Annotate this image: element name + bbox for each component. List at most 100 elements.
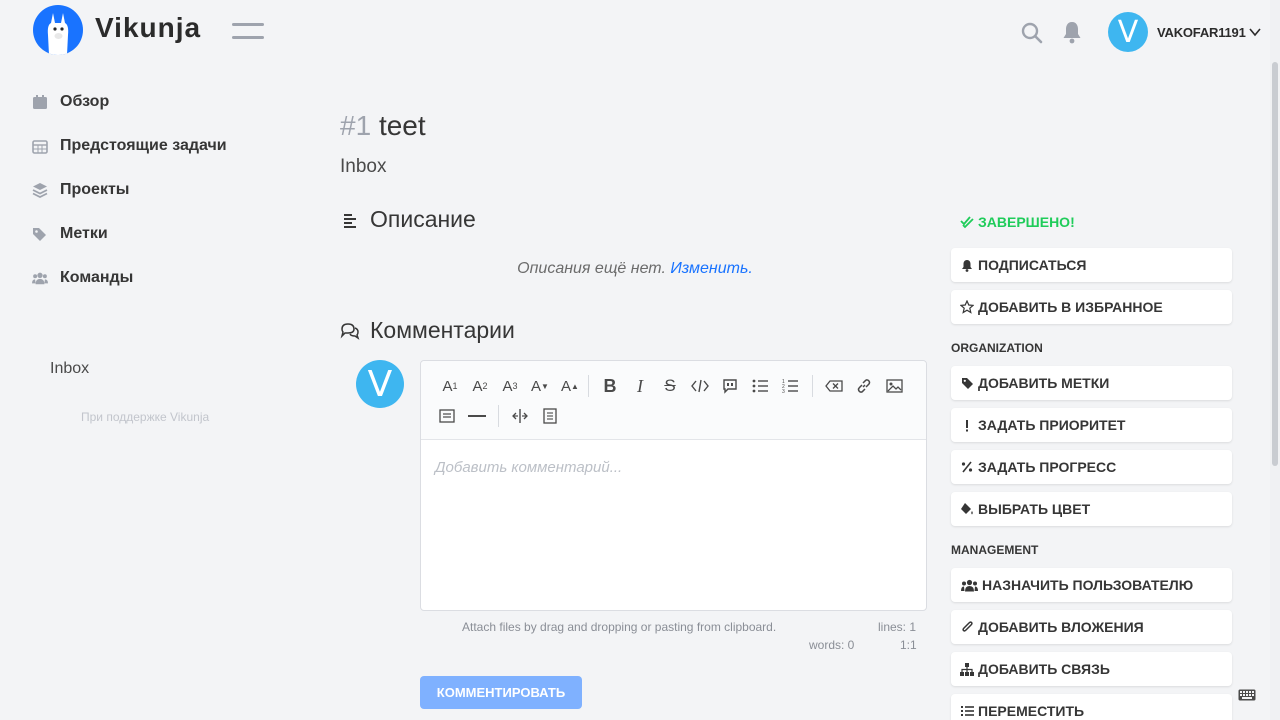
sidebar-item-overview[interactable]: Обзор [32,90,109,114]
heading-1-icon[interactable]: A1 [438,374,462,398]
edit-description-link[interactable]: Изменить. [670,260,752,277]
search-icon[interactable] [1020,21,1044,45]
done-label: ЗАВЕРШЕНО! [978,214,1075,230]
sidebar-item-label: Команды [60,269,134,286]
bell-icon [960,258,974,272]
sidebar-item-projects[interactable]: Проекты [32,178,129,202]
description-heading: Описание [340,206,476,233]
tags-icon [33,228,46,241]
words-count: words: 0 [809,638,855,652]
add-labels-label: ДОБАВИТЬ МЕТКИ [978,375,1110,391]
link-icon[interactable] [852,374,876,398]
keyboard-shortcuts-icon[interactable] [1238,689,1256,701]
set-color-button[interactable]: ВЫБРАТЬ ЦВЕТ [951,492,1232,526]
layers-icon [32,183,48,198]
star-icon [960,300,974,314]
add-attachments-button[interactable]: ДОБАВИТЬ ВЛОЖЕНИЯ [951,610,1232,644]
management-heading: MANAGEMENT [951,543,1039,557]
paperclip-icon [960,620,974,634]
comment-input[interactable]: Добавить комментарий... [435,459,622,476]
horizontal-rule-icon[interactable] [465,404,489,428]
sidebar-item-label: Предстоящие задачи [60,137,227,154]
assign-user-button[interactable]: НАЗНАЧИТЬ ПОЛЬЗОВАТЕЛЮ [951,568,1232,602]
favorite-button[interactable]: ДОБАВИТЬ В ИЗБРАННОЕ [951,290,1232,324]
code-icon[interactable] [688,374,712,398]
sidebar-item-label: Метки [60,225,108,242]
app-name[interactable]: Vikunja [95,12,201,44]
align-left-icon [344,213,356,228]
comments-heading: Комментарии [340,317,515,344]
sidebar-item-label: Проекты [60,181,130,198]
cursor-position: 1:1 [900,638,917,652]
description-empty-text: Описания ещё нет. [517,260,666,277]
heading-2-icon[interactable]: A2 [468,374,492,398]
page-scrollbar[interactable] [1270,0,1280,720]
list-icon [960,704,974,718]
bold-icon[interactable]: B [598,374,622,398]
check-double-icon [960,216,974,229]
editor-toolbar: A1 A2 A3 A ▼ A ▲ B I S 123 [421,361,926,440]
task-heading: #1 teet [340,110,426,142]
comments-heading-text: Комментарии [370,317,515,343]
description-heading-text: Описание [370,206,476,232]
user-menu[interactable]: V VAKOFAR1191 [1108,12,1262,52]
percent-icon [960,460,974,474]
preview-icon[interactable] [538,404,562,428]
side-by-side-icon[interactable] [508,404,532,428]
sitemap-icon [960,662,974,676]
description-empty: Описания ещё нет. Изменить. [340,260,930,278]
add-attachments-label: ДОБАВИТЬ ВЛОЖЕНИЯ [978,619,1144,635]
set-progress-button[interactable]: ЗАДАТЬ ПРОГРЕСС [951,450,1232,484]
italic-icon[interactable]: I [628,374,652,398]
calendar-grid-icon [32,140,48,154]
lines-count: lines: 1 [878,620,917,634]
sidebar-item-label: Обзор [60,93,110,110]
comment-submit-button[interactable]: КОММЕНТИРОВАТЬ [420,676,582,709]
sidebar-project-inbox[interactable]: Inbox [50,360,89,378]
assign-user-label: НАЗНАЧИТЬ ПОЛЬЗОВАТЕЛЮ [982,577,1194,593]
subscribe-button[interactable]: ПОДПИСАТЬСЯ [951,248,1232,282]
heading-smaller-icon[interactable]: A ▼ [528,374,552,398]
task-title[interactable]: teet [379,110,426,141]
numbered-list-icon[interactable]: 123 [778,374,802,398]
favorite-label: ДОБАВИТЬ В ИЗБРАННОЕ [978,299,1163,315]
quote-icon[interactable] [718,374,742,398]
vikunja-logo-icon[interactable] [33,5,83,55]
username: VAKOFAR1191 [1157,24,1246,40]
set-priority-label: ЗАДАТЬ ПРИОРИТЕТ [978,417,1126,433]
chevron-down-icon [1248,28,1261,37]
sidebar-item-teams[interactable]: Команды [32,266,133,290]
add-relation-button[interactable]: ДОБАВИТЬ СВЯЗЬ [951,652,1232,686]
strikethrough-icon[interactable]: S [658,374,682,398]
clean-format-icon[interactable] [822,374,846,398]
sidebar-item-labels[interactable]: Метки [32,222,108,246]
bullet-list-icon[interactable] [748,374,772,398]
move-task-button[interactable]: ПЕРЕМЕСТИТЬ [951,694,1232,720]
notifications-bell-icon[interactable] [1061,20,1083,44]
top-navbar: Vikunja V VAKOFAR1191 [0,0,1280,64]
task-project-link[interactable]: Inbox [340,156,386,178]
set-progress-label: ЗАДАТЬ ПРОГРЕСС [978,459,1117,475]
svg-text:3: 3 [782,389,785,393]
table-icon[interactable] [435,404,459,428]
heading-bigger-icon[interactable]: A ▲ [558,374,582,398]
comment-editor[interactable]: A1 A2 A3 A ▼ A ▲ B I S 123 Добавить комм… [420,360,927,611]
image-icon[interactable] [882,374,906,398]
menu-toggle-button[interactable] [232,23,264,41]
heading-3-icon[interactable]: A3 [498,374,522,398]
add-labels-button[interactable]: ДОБАВИТЬ МЕТКИ [951,366,1232,400]
done-badge[interactable]: ЗАВЕРШЕНО! [960,214,1075,230]
comments-icon [340,322,360,340]
subscribe-label: ПОДПИСАТЬСЯ [978,257,1087,273]
task-number: #1 [340,110,372,141]
attach-hint: Attach files by drag and dropping or pas… [462,620,777,634]
tags-icon [960,376,974,390]
users-icon [32,272,48,285]
set-priority-button[interactable]: ЗАДАТЬ ПРИОРИТЕТ [951,408,1232,442]
exclamation-icon [960,418,974,432]
avatar: V [356,360,404,408]
scrollbar-thumb[interactable] [1272,62,1278,466]
sidebar-item-upcoming[interactable]: Предстоящие задачи [32,134,227,158]
powered-by[interactable]: При поддержке Vikunja [81,410,209,424]
organization-heading: ORGANIZATION [951,341,1043,355]
